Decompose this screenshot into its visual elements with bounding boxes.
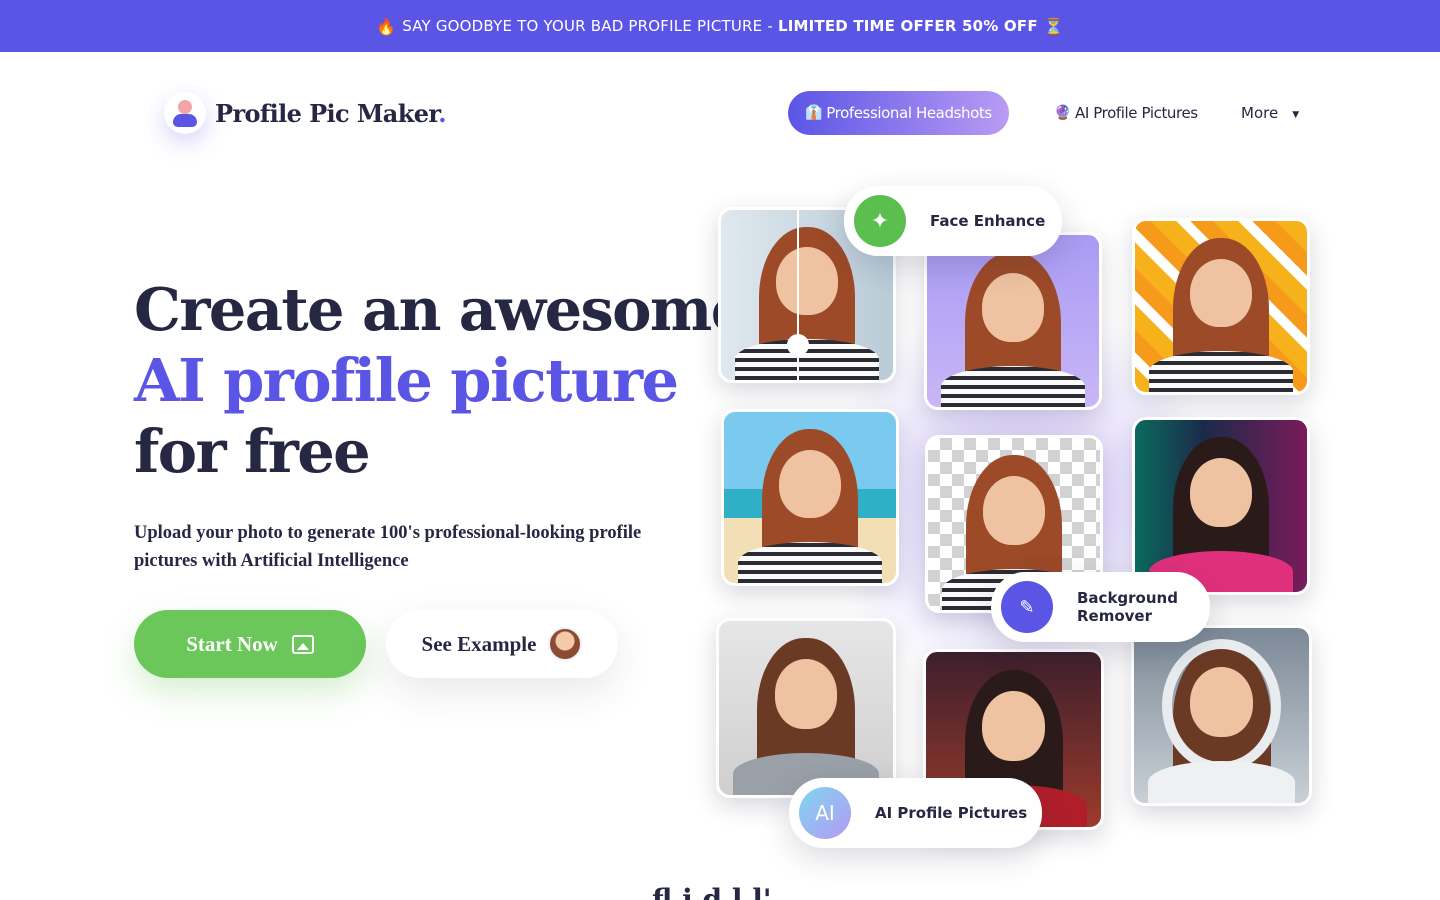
nav-more-label: More (1241, 104, 1279, 122)
ai-profile-pictures-badge: AI AI Profile Pictures (789, 778, 1042, 848)
nav-professional-headshots-label: Professional Headshots (826, 104, 992, 122)
photo-face (982, 272, 1044, 342)
logo-dot: . (438, 98, 447, 128)
start-now-label: Start Now (186, 631, 278, 656)
hero-headline-line1: Create an awesome (134, 275, 748, 344)
nav-more-dropdown[interactable]: More ▼ (1241, 102, 1299, 124)
logo-avatar-head (178, 100, 192, 114)
sample-photo-purple (924, 232, 1102, 410)
sample-photo-neon (1132, 417, 1310, 595)
photo-face (1190, 457, 1252, 527)
face-enhance-label: Face Enhance (930, 212, 1046, 230)
example-avatar-icon (548, 627, 583, 661)
necktie-icon: 👔 (805, 105, 823, 121)
see-example-button[interactable]: See Example (386, 610, 618, 678)
photo-face (774, 659, 838, 729)
nav-professional-headshots-button[interactable]: 👔 Professional Headshots (788, 91, 1009, 135)
sparkle-icon: ✦ (854, 195, 906, 247)
hero-headline-line3: for free (134, 417, 371, 486)
photo-shirt (1148, 350, 1294, 392)
astronaut-helmet (1162, 638, 1281, 772)
sample-photo-business (716, 618, 896, 798)
promo-offer-text: LIMITED TIME OFFER 50% OFF (777, 17, 1038, 35)
start-now-button[interactable]: Start Now (134, 610, 366, 678)
ai-badge-icon: AI (799, 787, 851, 839)
promo-banner-text: SAY GOODBYE TO YOUR BAD PROFILE PICTURE … (402, 17, 773, 35)
photo-face (779, 449, 841, 518)
site-logo[interactable]: Profile Pic Maker. (164, 92, 447, 134)
magic-wand-icon: ✎ (1001, 581, 1053, 633)
hero-headline: Create an awesome AI profile picture for… (134, 274, 748, 487)
crystal-ball-icon: 🔮 (1054, 105, 1072, 121)
face-enhance-badge: ✦ Face Enhance (844, 186, 1062, 256)
photo-shirt (737, 541, 883, 583)
image-icon (291, 634, 314, 654)
hero-subtitle: Upload your photo to generate 100's prof… (134, 523, 642, 571)
photo-face (1190, 258, 1252, 327)
photo-face (983, 475, 1045, 545)
photo-face (776, 247, 838, 316)
background-remover-label: Background Remover (1077, 589, 1178, 625)
ai-profile-pictures-label: AI Profile Pictures (875, 804, 1028, 822)
photo-shirt (1148, 761, 1295, 803)
photo-face (982, 690, 1045, 761)
compare-slider-knob (786, 334, 809, 356)
sample-photo-yellow (1132, 218, 1310, 395)
fire-icon: 🔥 (376, 16, 397, 36)
sample-photo-astronaut (1131, 625, 1312, 806)
section-heading-partial: fl i d l l' (652, 886, 771, 900)
nav-ai-profile-pictures-label: AI Profile Pictures (1075, 104, 1198, 122)
promo-banner[interactable]: 🔥 SAY GOODBYE TO YOUR BAD PROFILE PICTUR… (0, 0, 1440, 52)
hero-headline-line2: AI profile picture (134, 346, 679, 415)
logo-avatar-body (173, 114, 197, 127)
see-example-label: See Example (421, 631, 537, 656)
nav-ai-profile-pictures-link[interactable]: 🔮 AI Profile Pictures (1054, 102, 1198, 124)
logo-avatar-icon (164, 92, 206, 134)
logo-text: Profile Pic Maker. (215, 98, 447, 128)
caret-down-icon: ▼ (1292, 109, 1300, 120)
sample-photo-beach (721, 409, 899, 586)
logo-name: Profile Pic Maker (215, 98, 439, 128)
background-remover-badge: ✎ Background Remover (991, 572, 1210, 642)
hourglass-icon: ⏳ (1043, 16, 1064, 36)
photo-shirt (940, 365, 1086, 407)
